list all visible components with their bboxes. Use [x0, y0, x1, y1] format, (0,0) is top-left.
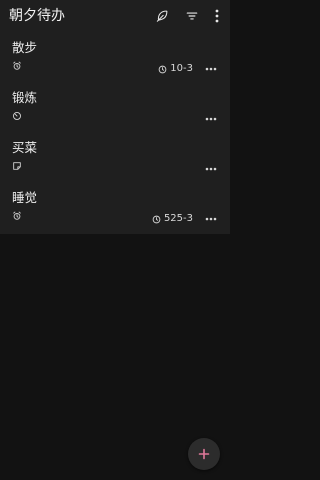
todo-item[interactable]: 睡觉 525-3	[0, 182, 230, 232]
alarm-icon	[12, 61, 22, 71]
alarm-icon	[12, 211, 22, 221]
filter-icon[interactable]	[182, 6, 202, 26]
top-app-bar: 朝夕待办	[0, 0, 230, 32]
app-screen: 朝夕待办 散步 10-3 锻炼 买菜 睡觉 525-3	[0, 0, 230, 480]
more-horiz-icon[interactable]	[203, 163, 219, 175]
reminder-text: 10-3	[170, 63, 193, 74]
add-todo-button[interactable]	[188, 438, 220, 470]
todo-list: 散步 10-3 锻炼 买菜 睡觉 525-3	[0, 32, 230, 234]
todo-name: 散步	[12, 40, 38, 55]
more-horiz-icon[interactable]	[203, 213, 219, 225]
todo-name: 睡觉	[12, 190, 38, 205]
reminder-label: 525-3	[152, 213, 193, 225]
clock-icon	[152, 215, 161, 224]
reminder-label: 10-3	[158, 63, 193, 75]
plus-icon	[198, 445, 210, 464]
clock-icon	[158, 65, 167, 74]
todo-name: 锻炼	[12, 90, 38, 105]
timer-icon	[12, 111, 22, 121]
more-horiz-icon[interactable]	[203, 63, 219, 75]
note-icon	[12, 161, 22, 171]
todo-item[interactable]: 买菜	[0, 132, 230, 182]
app-title: 朝夕待办	[9, 8, 65, 24]
reminder-text: 525-3	[163, 213, 193, 224]
todo-item[interactable]: 散步 10-3	[0, 32, 230, 82]
feather-icon[interactable]	[152, 6, 172, 26]
todo-item[interactable]: 锻炼	[0, 82, 230, 132]
more-vert-icon[interactable]	[207, 6, 227, 26]
todo-name: 买菜	[12, 140, 38, 155]
more-horiz-icon[interactable]	[203, 113, 219, 125]
